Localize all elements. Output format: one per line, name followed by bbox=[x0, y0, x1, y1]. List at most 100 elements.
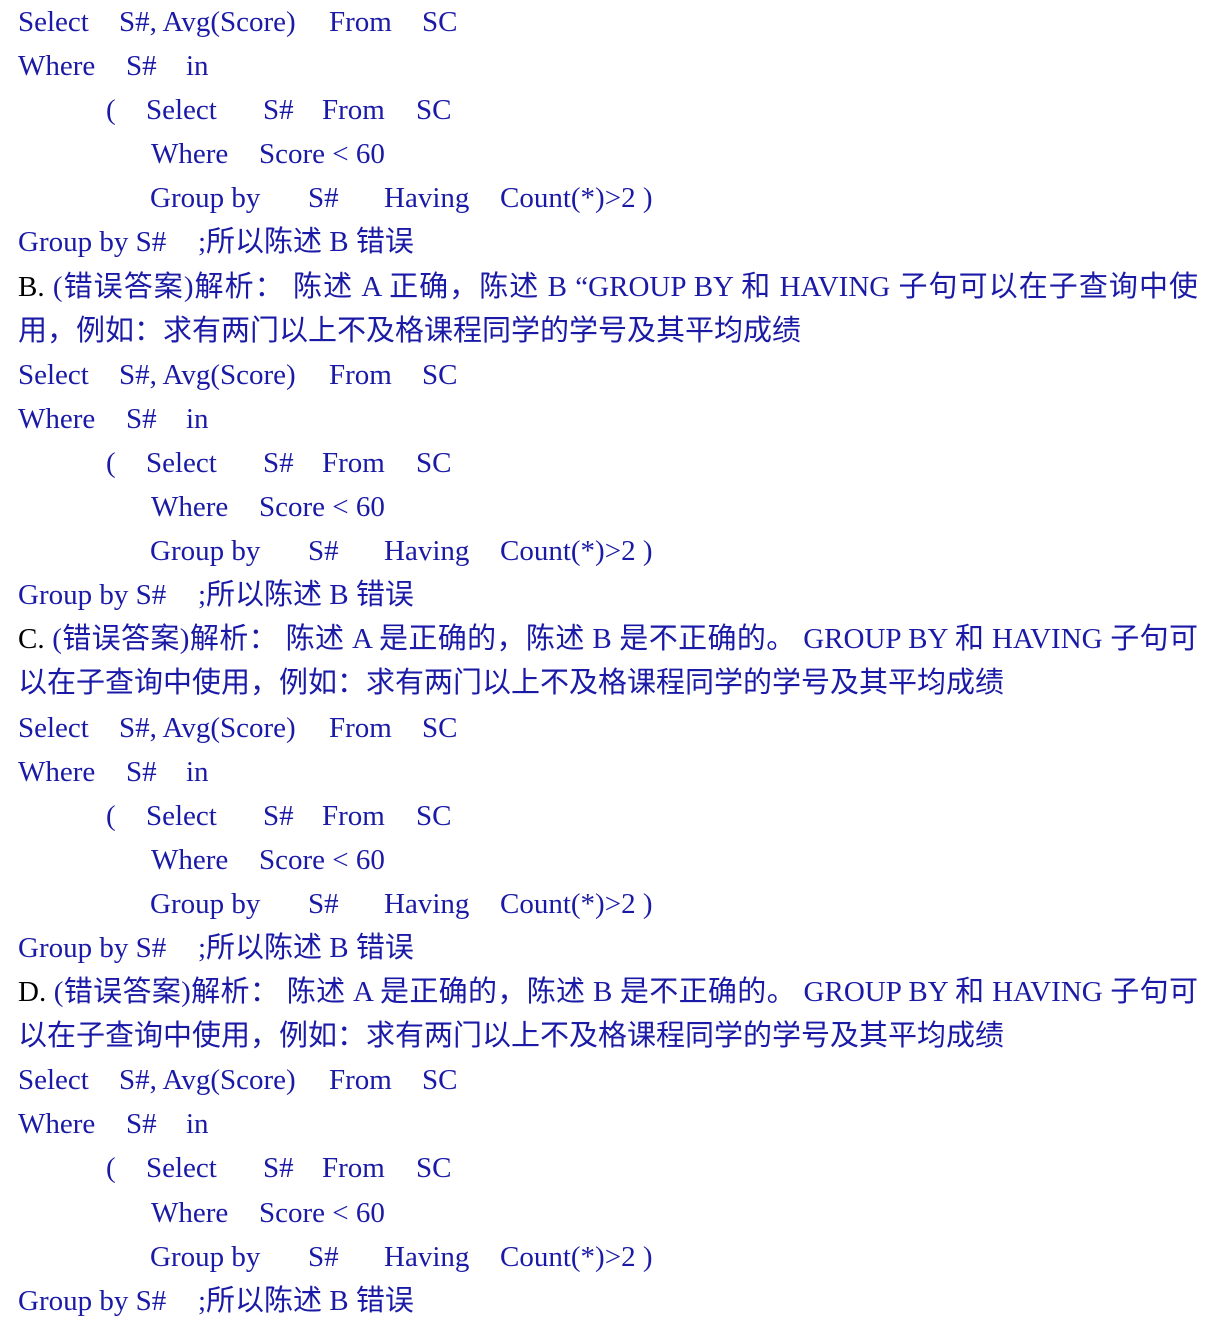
sql-line-outergroup: Group by S# ;所以陈述 B 错误 bbox=[18, 1279, 1198, 1323]
sql-open-paren: ( bbox=[106, 1152, 116, 1185]
sql-select-keyword: Select bbox=[18, 711, 89, 744]
sql-outer-groupby: Group by S# bbox=[18, 579, 167, 612]
sql-sub-groupby-keyword: Group by bbox=[150, 182, 261, 215]
sql-sub-groupby-keyword: Group by bbox=[150, 1240, 261, 1273]
sql-sub-condition: Score < 60 bbox=[259, 1196, 385, 1229]
sql-sub-condition: Score < 60 bbox=[259, 843, 385, 876]
sql-sub-select-column: S# bbox=[263, 446, 294, 479]
sql-from-keyword: From bbox=[329, 1064, 392, 1097]
option-b-label: B. bbox=[18, 270, 45, 303]
sql-sub-select-column: S# bbox=[263, 94, 294, 127]
sql-conclusion: ;所以陈述 B 错误 bbox=[198, 1284, 414, 1317]
sql-sub-where-keyword: Where bbox=[151, 138, 229, 171]
sql-line-where: Where S# in bbox=[18, 397, 1198, 441]
option-c-label: C. bbox=[18, 623, 45, 656]
sql-outer-groupby: Group by S# bbox=[18, 1284, 167, 1317]
sql-line-subgroup: Group by S# Having Count(*)>2 ) bbox=[18, 1235, 1198, 1279]
sql-sub-table-name: SC bbox=[416, 1152, 452, 1185]
sql-line-subwhere: Where Score < 60 bbox=[18, 485, 1198, 529]
sql-sub-condition: Score < 60 bbox=[259, 138, 385, 171]
sql-from-keyword: From bbox=[329, 6, 392, 38]
sql-where-column: S# bbox=[126, 402, 157, 435]
sql-sub-from-keyword: From bbox=[322, 94, 385, 127]
sql-conclusion: ;所以陈述 B 错误 bbox=[198, 226, 414, 259]
sql-having-condition: Count(*)>2 ) bbox=[500, 887, 653, 920]
sql-line-select: Select S#, Avg(Score) From SC bbox=[18, 706, 1198, 750]
sql-sub-condition: Score < 60 bbox=[259, 491, 385, 524]
sql-sub-groupby-keyword: Group by bbox=[150, 535, 261, 568]
sql-block-c: Select S#, Avg(Score) From SC Where S# i… bbox=[18, 706, 1198, 971]
sql-table-name: SC bbox=[422, 358, 458, 391]
sql-from-keyword: From bbox=[329, 711, 392, 744]
sql-select-keyword: Select bbox=[18, 358, 89, 391]
sql-line-subselect: ( Select S# From SC bbox=[18, 441, 1198, 485]
sql-select-columns: S#, Avg(Score) bbox=[119, 6, 296, 38]
sql-table-name: SC bbox=[422, 6, 458, 38]
option-c-text: (错误答案)解析： 陈述 A 是正确的，陈述 B 是不正确的。 GROUP BY… bbox=[18, 623, 1198, 700]
explanation-document: Select S#, Avg(Score) From SC Where S# i… bbox=[18, 0, 1198, 1323]
sql-conclusion: ;所以陈述 B 错误 bbox=[198, 579, 414, 612]
sql-sub-select-keyword: Select bbox=[146, 94, 217, 127]
sql-in-keyword: in bbox=[186, 402, 209, 435]
sql-line-outergroup: Group by S# ;所以陈述 B 错误 bbox=[18, 926, 1198, 970]
sql-sub-from-keyword: From bbox=[322, 799, 385, 832]
sql-select-columns: S#, Avg(Score) bbox=[119, 358, 296, 391]
option-d-label: D. bbox=[18, 976, 47, 1009]
sql-select-keyword: Select bbox=[18, 6, 89, 38]
sql-having-keyword: Having bbox=[384, 887, 470, 920]
sql-sub-from-keyword: From bbox=[322, 1152, 385, 1185]
sql-open-paren: ( bbox=[106, 446, 116, 479]
sql-sub-select-keyword: Select bbox=[146, 1152, 217, 1185]
sql-select-keyword: Select bbox=[18, 1064, 89, 1097]
sql-line-subselect: ( Select S# From SC bbox=[18, 88, 1198, 132]
sql-line-subwhere: Where Score < 60 bbox=[18, 838, 1198, 882]
sql-line-select: Select S#, Avg(Score) From SC bbox=[18, 0, 1198, 44]
sql-line-outergroup: Group by S# ;所以陈述 B 错误 bbox=[18, 220, 1198, 264]
option-c-explanation: C. (错误答案)解析： 陈述 A 是正确的，陈述 B 是不正确的。 GROUP… bbox=[18, 617, 1198, 705]
sql-sub-groupby-keyword: Group by bbox=[150, 887, 261, 920]
sql-sub-select-column: S# bbox=[263, 799, 294, 832]
sql-sub-select-keyword: Select bbox=[146, 446, 217, 479]
option-d-explanation: D. (错误答案)解析： 陈述 A 是正确的，陈述 B 是不正确的。 GROUP… bbox=[18, 970, 1198, 1058]
sql-block-d: Select S#, Avg(Score) From SC Where S# i… bbox=[18, 1058, 1198, 1323]
sql-block-a: Select S#, Avg(Score) From SC Where S# i… bbox=[18, 0, 1198, 265]
sql-table-name: SC bbox=[422, 1064, 458, 1097]
sql-where-keyword: Where bbox=[18, 755, 96, 788]
sql-sub-from-keyword: From bbox=[322, 446, 385, 479]
sql-line-subselect: ( Select S# From SC bbox=[18, 794, 1198, 838]
sql-where-column: S# bbox=[126, 50, 157, 83]
sql-sub-where-keyword: Where bbox=[151, 843, 229, 876]
option-b-text: (错误答案)解析： 陈述 A 正确，陈述 B “GROUP BY 和 HAVIN… bbox=[18, 270, 1198, 347]
sql-line-select: Select S#, Avg(Score) From SC bbox=[18, 353, 1198, 397]
option-b-explanation: B. (错误答案)解析： 陈述 A 正确，陈述 B “GROUP BY 和 HA… bbox=[18, 265, 1198, 353]
sql-where-keyword: Where bbox=[18, 50, 96, 83]
sql-conclusion: ;所以陈述 B 错误 bbox=[198, 931, 414, 964]
sql-having-condition: Count(*)>2 ) bbox=[500, 535, 653, 568]
sql-sub-table-name: SC bbox=[416, 446, 452, 479]
sql-having-condition: Count(*)>2 ) bbox=[500, 182, 653, 215]
sql-having-condition: Count(*)>2 ) bbox=[500, 1240, 653, 1273]
sql-sub-where-keyword: Where bbox=[151, 491, 229, 524]
sql-sub-select-keyword: Select bbox=[146, 799, 217, 832]
sql-select-columns: S#, Avg(Score) bbox=[119, 711, 296, 744]
sql-having-keyword: Having bbox=[384, 182, 470, 215]
sql-having-keyword: Having bbox=[384, 535, 470, 568]
sql-where-keyword: Where bbox=[18, 402, 96, 435]
sql-outer-groupby: Group by S# bbox=[18, 931, 167, 964]
sql-from-keyword: From bbox=[329, 358, 392, 391]
sql-in-keyword: in bbox=[186, 50, 209, 83]
sql-block-b: Select S#, Avg(Score) From SC Where S# i… bbox=[18, 353, 1198, 618]
sql-in-keyword: in bbox=[186, 1108, 209, 1141]
sql-sub-table-name: SC bbox=[416, 94, 452, 127]
sql-line-subwhere: Where Score < 60 bbox=[18, 132, 1198, 176]
sql-sub-table-name: SC bbox=[416, 799, 452, 832]
sql-having-keyword: Having bbox=[384, 1240, 470, 1273]
sql-where-keyword: Where bbox=[18, 1108, 96, 1141]
sql-where-column: S# bbox=[126, 755, 157, 788]
option-d-text: (错误答案)解析： 陈述 A 是正确的，陈述 B 是不正确的。 GROUP BY… bbox=[18, 976, 1198, 1053]
sql-line-subgroup: Group by S# Having Count(*)>2 ) bbox=[18, 882, 1198, 926]
sql-line-where: Where S# in bbox=[18, 750, 1198, 794]
sql-line-subgroup: Group by S# Having Count(*)>2 ) bbox=[18, 176, 1198, 220]
sql-line-subselect: ( Select S# From SC bbox=[18, 1146, 1198, 1190]
sql-in-keyword: in bbox=[186, 755, 209, 788]
